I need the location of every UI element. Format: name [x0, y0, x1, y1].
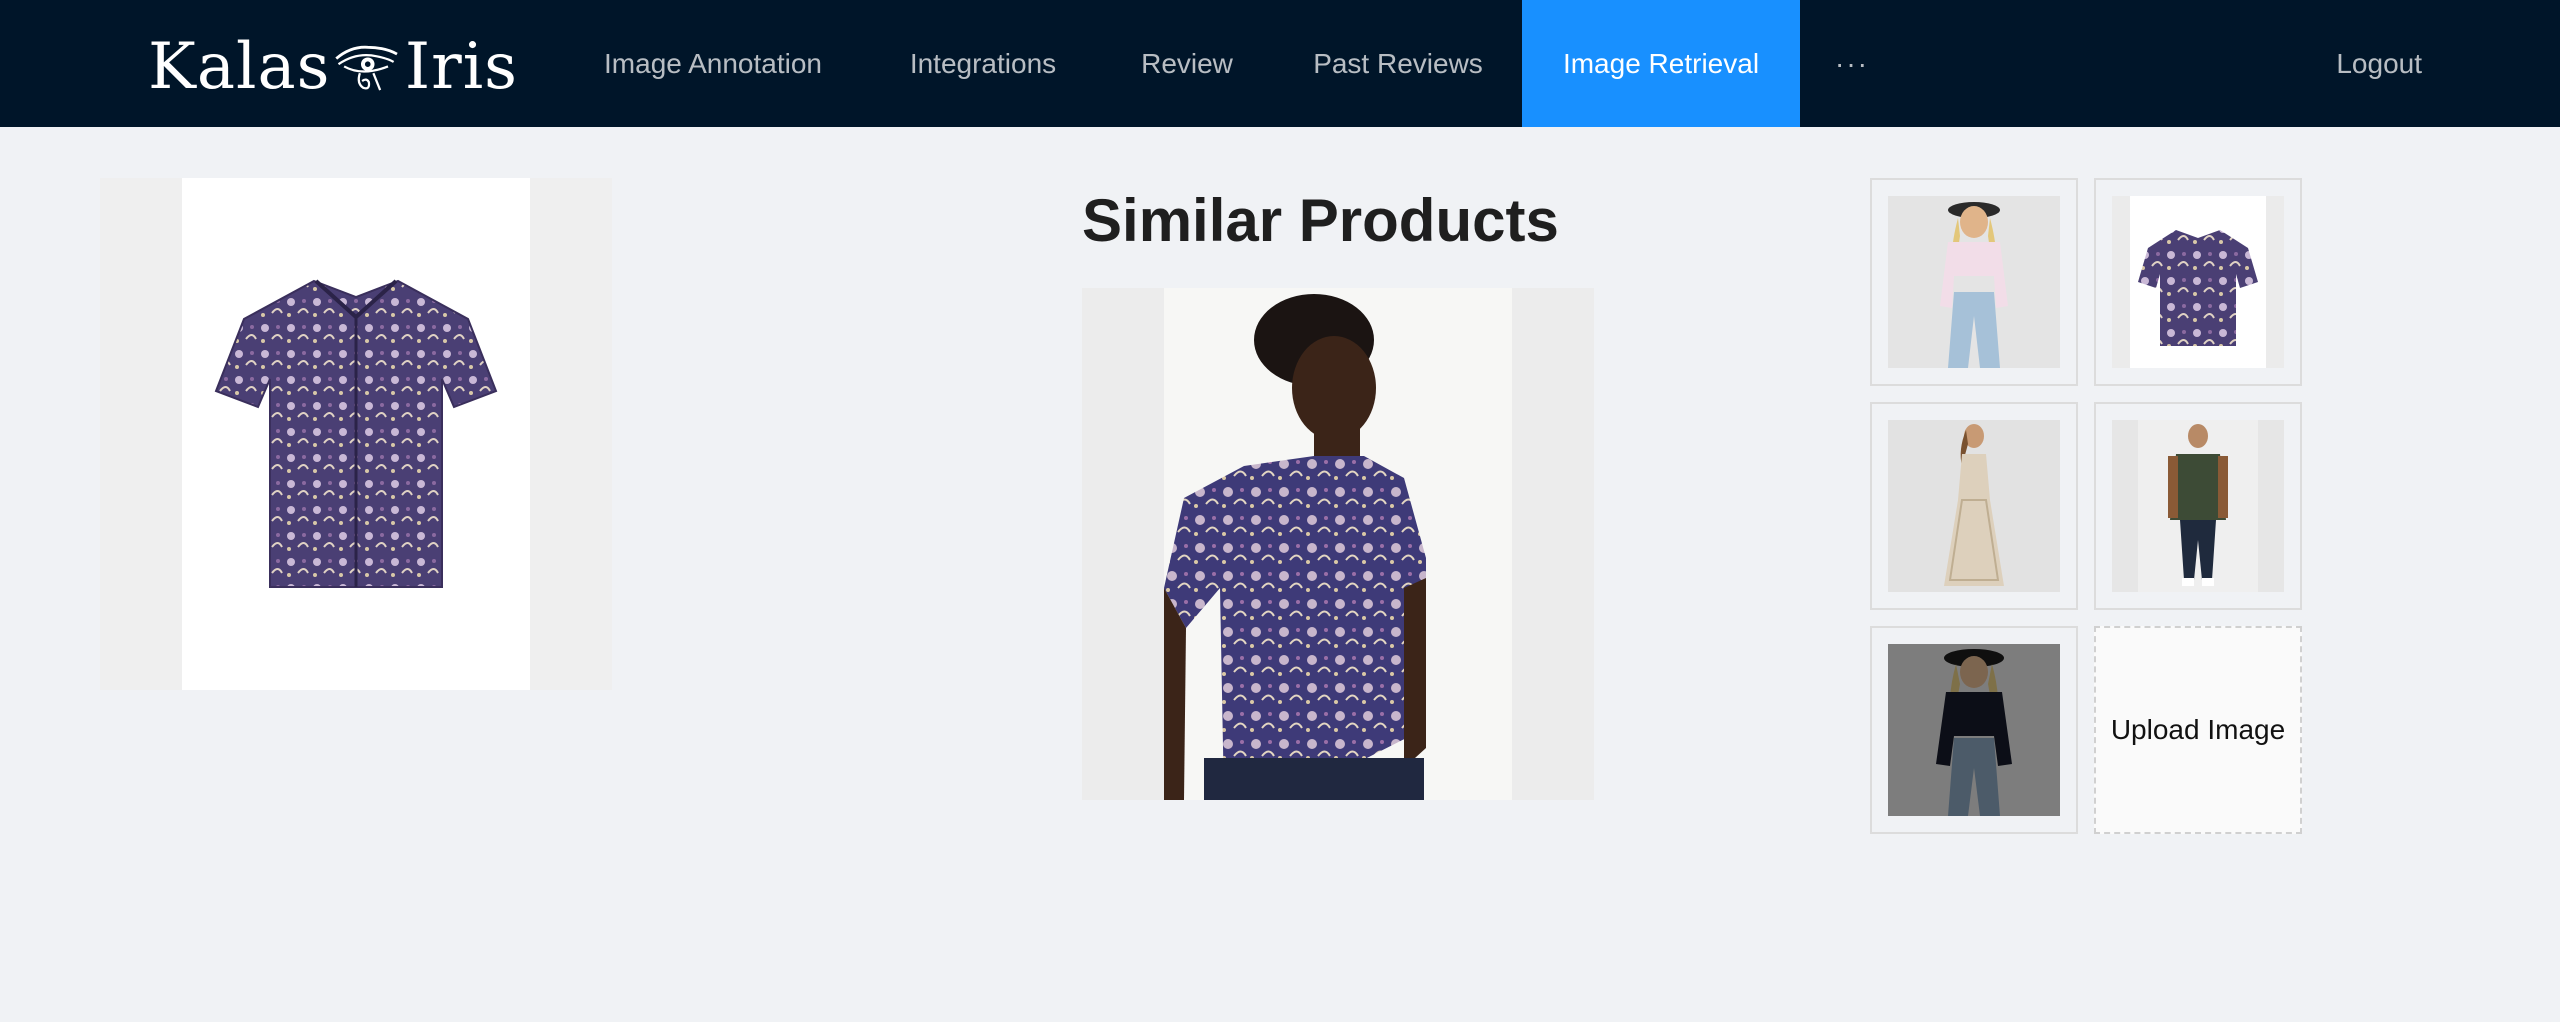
page-title: Similar Products: [1082, 187, 1559, 254]
eye-of-horus-icon: [335, 45, 399, 91]
model-paisley-shirt-icon: [1164, 294, 1426, 800]
thumbnail-1[interactable]: [1870, 178, 2078, 386]
thumbnail-4[interactable]: [2094, 402, 2302, 610]
nav-integrations[interactable]: Integrations: [862, 0, 1104, 127]
result-image: [1164, 288, 1512, 800]
woman-lace-dress-icon: [1888, 420, 2060, 592]
app-logo[interactable]: Kalas Iris: [148, 22, 518, 112]
query-image: [182, 178, 530, 690]
nav-image-annotation[interactable]: Image Annotation: [572, 0, 854, 127]
thumbnail-5-selected[interactable]: [1870, 626, 2078, 834]
top-navbar: Kalas Iris Image Annotation Integrations…: [0, 0, 2560, 127]
upload-image-button[interactable]: Upload Image: [2094, 626, 2302, 834]
result-image-frame: [1082, 288, 1594, 800]
thumbnail-2[interactable]: [2094, 178, 2302, 386]
logo-text-right: Iris: [404, 30, 518, 104]
nav-more-ellipsis[interactable]: ···: [1820, 0, 1884, 127]
query-image-frame: [100, 178, 612, 690]
logout-link[interactable]: Logout: [2336, 0, 2422, 127]
upload-image-label: Upload Image: [2110, 714, 2286, 745]
nav-past-reviews[interactable]: Past Reviews: [1288, 0, 1508, 127]
nav-review[interactable]: Review: [1114, 0, 1260, 127]
paisley-shirt-icon: [214, 279, 498, 588]
logo-text-left: Kalas: [148, 30, 331, 104]
paisley-shirt-thumb-icon: [2112, 196, 2284, 368]
nav-image-retrieval[interactable]: Image Retrieval: [1522, 0, 1800, 127]
woman-pink-top-icon: [1888, 196, 2060, 368]
man-bomber-jacket-icon: [2112, 420, 2284, 592]
thumbnail-3[interactable]: [1870, 402, 2078, 610]
woman-black-lace-top-icon: [1888, 644, 2060, 816]
